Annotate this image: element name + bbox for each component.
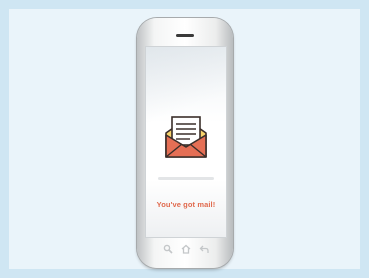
search-icon[interactable] xyxy=(163,244,173,254)
smartphone: You've got mail! xyxy=(137,18,233,268)
phone-nav-buttons xyxy=(163,244,209,254)
home-icon[interactable] xyxy=(181,244,191,254)
earpiece-speaker xyxy=(176,34,194,37)
phone-screen: You've got mail! xyxy=(145,46,227,238)
envelope-shadow xyxy=(158,177,214,180)
back-icon[interactable] xyxy=(199,244,209,254)
mail-notification-text: You've got mail! xyxy=(156,200,216,209)
mail-envelope-icon[interactable] xyxy=(162,113,210,161)
